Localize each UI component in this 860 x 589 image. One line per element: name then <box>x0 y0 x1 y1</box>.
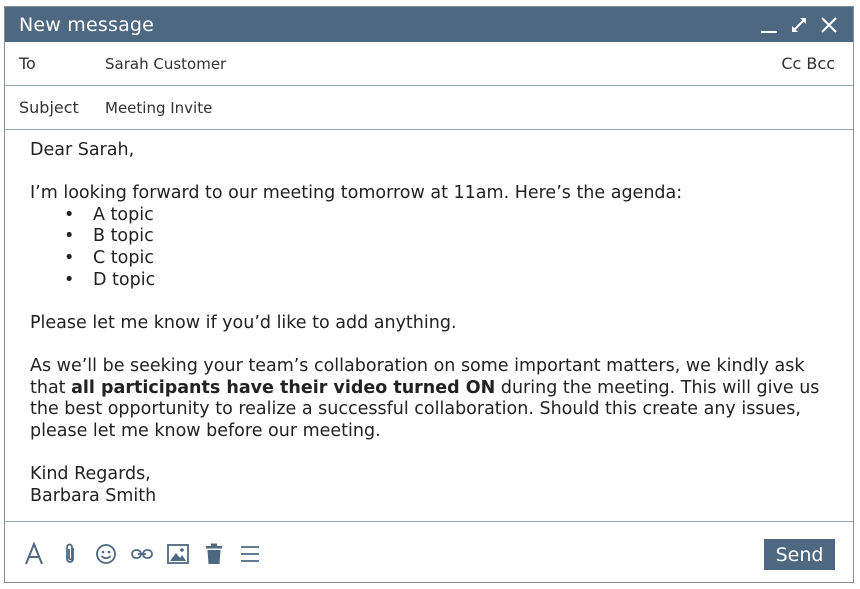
signature: Barbara Smith <box>30 485 157 506</box>
bold-emphasis: all participants have their video turned… <box>71 377 496 398</box>
window-title: New message <box>19 13 155 36</box>
compose-window: New message To Sarah Customer Cc Bcc Sub… <box>4 6 854 583</box>
image-icon[interactable] <box>167 541 189 567</box>
intro-text: I’m looking forward to our meeting tomor… <box>30 183 683 204</box>
menu-icon[interactable] <box>239 541 261 567</box>
title-bar: New message <box>5 7 853 42</box>
list-item: B topic <box>64 226 833 248</box>
window-controls <box>759 15 839 35</box>
to-row[interactable]: To Sarah Customer Cc Bcc <box>5 42 853 86</box>
closing: Kind Regards, <box>30 463 151 484</box>
subject-row[interactable]: Subject Meeting Invite <box>5 86 853 130</box>
agenda-list: A topic B topic C topic D topic <box>30 205 833 291</box>
minimize-icon[interactable] <box>759 15 779 35</box>
send-button[interactable]: Send <box>764 539 835 570</box>
expand-icon[interactable] <box>789 15 809 35</box>
subject-field[interactable]: Meeting Invite <box>105 99 212 117</box>
divider <box>5 521 853 522</box>
list-item: D topic <box>64 270 833 292</box>
text-format-icon[interactable] <box>23 541 45 567</box>
add-request-text: Please let me know if you’d like to add … <box>30 312 457 333</box>
message-body[interactable]: Dear Sarah, I’m looking forward to our m… <box>5 130 853 507</box>
close-icon[interactable] <box>819 15 839 35</box>
link-icon[interactable] <box>131 541 153 567</box>
emoji-icon[interactable] <box>95 541 117 567</box>
greeting: Dear Sarah, <box>30 140 135 160</box>
subject-label: Subject <box>19 98 79 117</box>
cc-bcc-link[interactable]: Cc Bcc <box>781 54 835 73</box>
attachment-icon[interactable] <box>59 541 81 567</box>
video-paragraph: As we’ll be seeking your team’s collabor… <box>30 356 833 442</box>
to-label: To <box>19 54 36 73</box>
list-item: C topic <box>64 248 833 270</box>
trash-icon[interactable] <box>203 541 225 567</box>
formatting-toolbar <box>23 541 261 567</box>
to-field[interactable]: Sarah Customer <box>105 55 226 73</box>
list-item: A topic <box>64 205 833 227</box>
